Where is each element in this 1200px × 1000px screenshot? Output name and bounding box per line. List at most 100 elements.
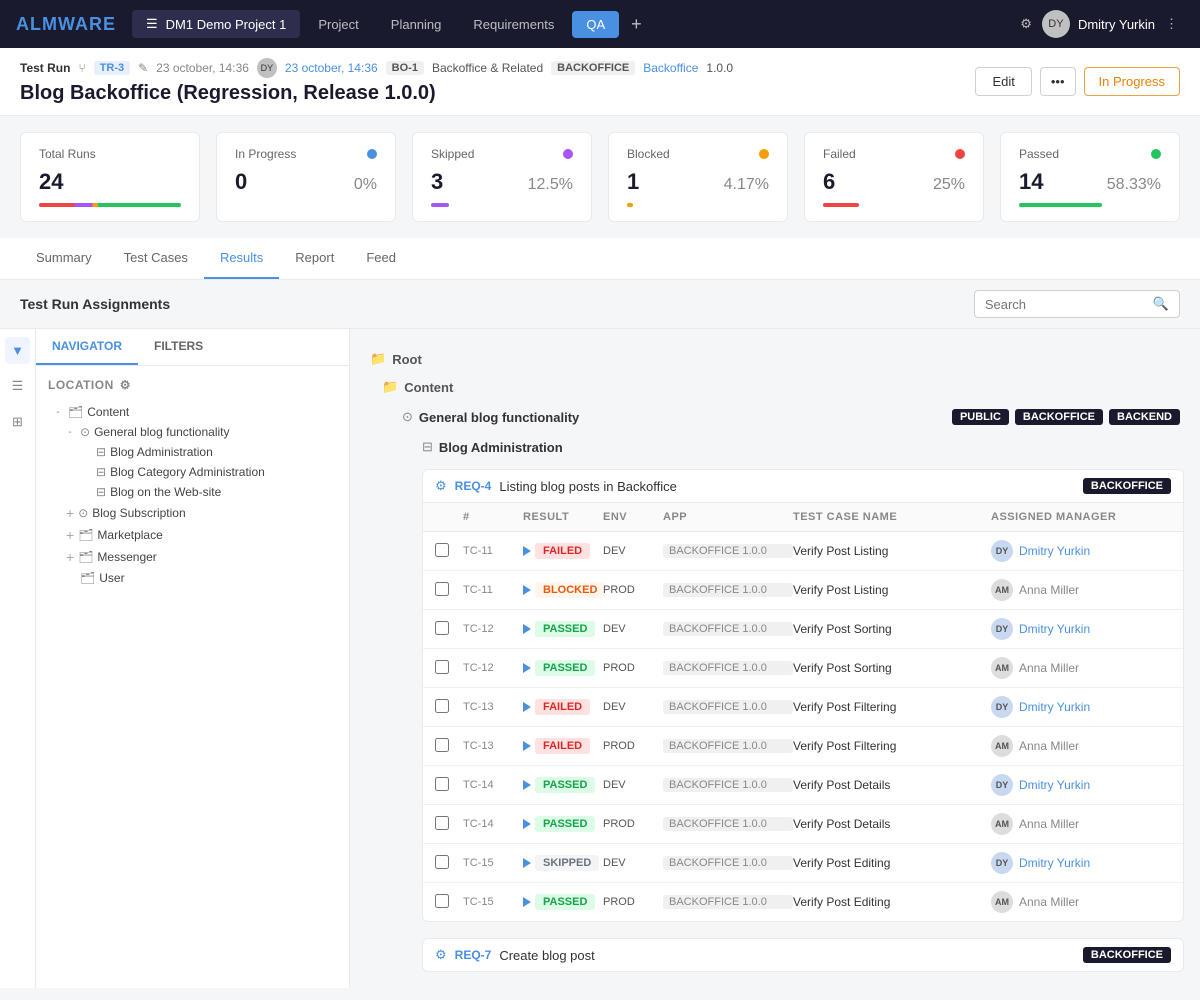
env-badge: DEV [603, 701, 663, 713]
list-icon[interactable]: ☰ [6, 372, 30, 400]
tc-id: TC-12 [463, 662, 523, 674]
tabs-bar: Summary Test Cases Results Report Feed [0, 238, 1200, 280]
manager-name[interactable]: Anna Miller [1019, 895, 1079, 909]
tab-report[interactable]: Report [279, 238, 350, 279]
tree-item-blog-admin[interactable]: ⊟ Blog Administration [48, 442, 337, 462]
app-badge: BACKOFFICE 1.0.0 [663, 856, 793, 870]
tc-id: TC-11 [463, 584, 523, 596]
manager-name[interactable]: Dmitry Yurkin [1019, 700, 1090, 714]
req4-id[interactable]: REQ-4 [455, 479, 492, 493]
edit-icon[interactable]: ✎ [138, 61, 148, 75]
tree-item-blog-subscription[interactable]: + ⊙ Blog Subscription [48, 502, 337, 524]
add-icon2[interactable]: + [66, 527, 74, 543]
tree-item-general-blog[interactable]: - ⊙ General blog functionality [48, 422, 337, 442]
result-badge: PASSED [535, 621, 595, 637]
tree-item-blog-category[interactable]: ⊟ Blog Category Administration [48, 462, 337, 482]
play-button[interactable] [523, 702, 531, 712]
stat-skipped: Skipped 3 12.5% [412, 132, 592, 222]
project-selector[interactable]: ☰ DM1 Demo Project 1 [132, 10, 300, 38]
nav-add-icon[interactable]: + [623, 10, 650, 39]
nav-item-project[interactable]: Project [304, 11, 372, 38]
settings-icon[interactable]: ⚙ [1014, 10, 1038, 38]
tree-item-blog-website[interactable]: ⊟ Blog on the Web-site [48, 482, 337, 502]
manager-name[interactable]: Anna Miller [1019, 739, 1079, 753]
nav-item-requirements[interactable]: Requirements [459, 11, 568, 38]
sidebar-tab-navigator[interactable]: NAVIGATOR [36, 329, 138, 365]
location-label: Location [48, 378, 114, 392]
row-checkbox[interactable] [435, 894, 449, 908]
project-name: DM1 Demo Project 1 [166, 17, 287, 32]
stat-failed-pct: 25% [933, 176, 965, 194]
row-checkbox[interactable] [435, 660, 449, 674]
manager-name[interactable]: Dmitry Yurkin [1019, 622, 1090, 636]
stat-blocked-value: 1 [627, 169, 639, 195]
tab-results[interactable]: Results [204, 238, 279, 279]
public-tag: PUBLIC [952, 409, 1009, 425]
table-row: TC-15 SKIPPED DEV BACKOFFICE 1.0.0 Verif… [423, 844, 1183, 883]
tab-summary[interactable]: Summary [20, 238, 108, 279]
blog-admin-label: Blog Administration [439, 440, 563, 455]
col-manager: ASSIGNED MANAGER [991, 511, 1171, 523]
play-button[interactable] [523, 546, 531, 556]
nav-item-qa[interactable]: QA [572, 11, 619, 38]
manager-name[interactable]: Anna Miller [1019, 817, 1079, 831]
root-folder-icon: 📁 [370, 351, 386, 367]
tree-item-marketplace[interactable]: + 🗂 Marketplace [48, 524, 337, 546]
user-link[interactable]: 23 october, 14:36 [285, 61, 378, 75]
req7-id[interactable]: REQ-7 [455, 948, 492, 962]
row-checkbox[interactable] [435, 582, 449, 596]
nav-item-planning[interactable]: Planning [377, 11, 456, 38]
play-button[interactable] [523, 663, 531, 673]
row-checkbox[interactable] [435, 543, 449, 557]
grid-icon[interactable]: ⊞ [6, 408, 29, 436]
tab-feed[interactable]: Feed [350, 238, 412, 279]
tree-item-content[interactable]: - 🗂 Content [48, 402, 337, 422]
manager-name[interactable]: Dmitry Yurkin [1019, 778, 1090, 792]
user-menu[interactable]: DY Dmitry Yurkin [1042, 10, 1155, 38]
row-checkbox[interactable] [435, 816, 449, 830]
edit-button[interactable]: Edit [975, 67, 1031, 96]
manager-name[interactable]: Dmitry Yurkin [1019, 544, 1090, 558]
play-button[interactable] [523, 819, 531, 829]
sidebar-tab-filters[interactable]: FILTERS [138, 329, 219, 365]
row-checkbox[interactable] [435, 855, 449, 869]
row-checkbox[interactable] [435, 699, 449, 713]
component-icon2: ⊙ [78, 506, 88, 520]
play-button[interactable] [523, 624, 531, 634]
play-button[interactable] [523, 780, 531, 790]
tc-name: Verify Post Editing [793, 895, 991, 909]
add-icon3[interactable]: + [66, 549, 74, 565]
tree-item-user[interactable]: 🗂 User [48, 568, 337, 588]
row-checkbox[interactable] [435, 777, 449, 791]
stat-failed: Failed 6 25% [804, 132, 984, 222]
search-input[interactable] [985, 297, 1145, 312]
user-icon: 🗂 [80, 571, 95, 585]
backoffice-link[interactable]: Backoffice [643, 61, 698, 75]
play-button[interactable] [523, 858, 531, 868]
req4-tag: BACKOFFICE [1083, 478, 1171, 494]
play-button[interactable] [523, 585, 531, 595]
page-title: Blog Backoffice (Regression, Release 1.0… [20, 82, 733, 105]
tree-item-messenger[interactable]: + 🗂 Messenger [48, 546, 337, 568]
manager-name[interactable]: Anna Miller [1019, 583, 1079, 597]
more-icon[interactable]: ⋮ [1159, 10, 1184, 38]
row-checkbox[interactable] [435, 738, 449, 752]
location-settings-icon[interactable]: ⚙ [120, 378, 131, 392]
add-icon[interactable]: + [66, 505, 74, 521]
manager-name[interactable]: Anna Miller [1019, 661, 1079, 675]
backoffice-tag: BACKOFFICE [1015, 409, 1103, 425]
stat-total: Total Runs 24 [20, 132, 200, 222]
play-button[interactable] [523, 897, 531, 907]
status-button[interactable]: In Progress [1084, 67, 1180, 96]
manager-name[interactable]: Dmitry Yurkin [1019, 856, 1090, 870]
env-badge: PROD [603, 584, 663, 596]
env-badge: DEV [603, 545, 663, 557]
play-button[interactable] [523, 741, 531, 751]
filter-icon[interactable]: ▼ [5, 337, 30, 364]
more-options-button[interactable]: ••• [1040, 67, 1076, 96]
content-label: Content [404, 380, 453, 395]
tr-tag[interactable]: TR-3 [94, 61, 130, 75]
table-row: TC-11 BLOCKED PROD BACKOFFICE 1.0.0 Veri… [423, 571, 1183, 610]
row-checkbox[interactable] [435, 621, 449, 635]
tab-testcases[interactable]: Test Cases [108, 238, 204, 279]
